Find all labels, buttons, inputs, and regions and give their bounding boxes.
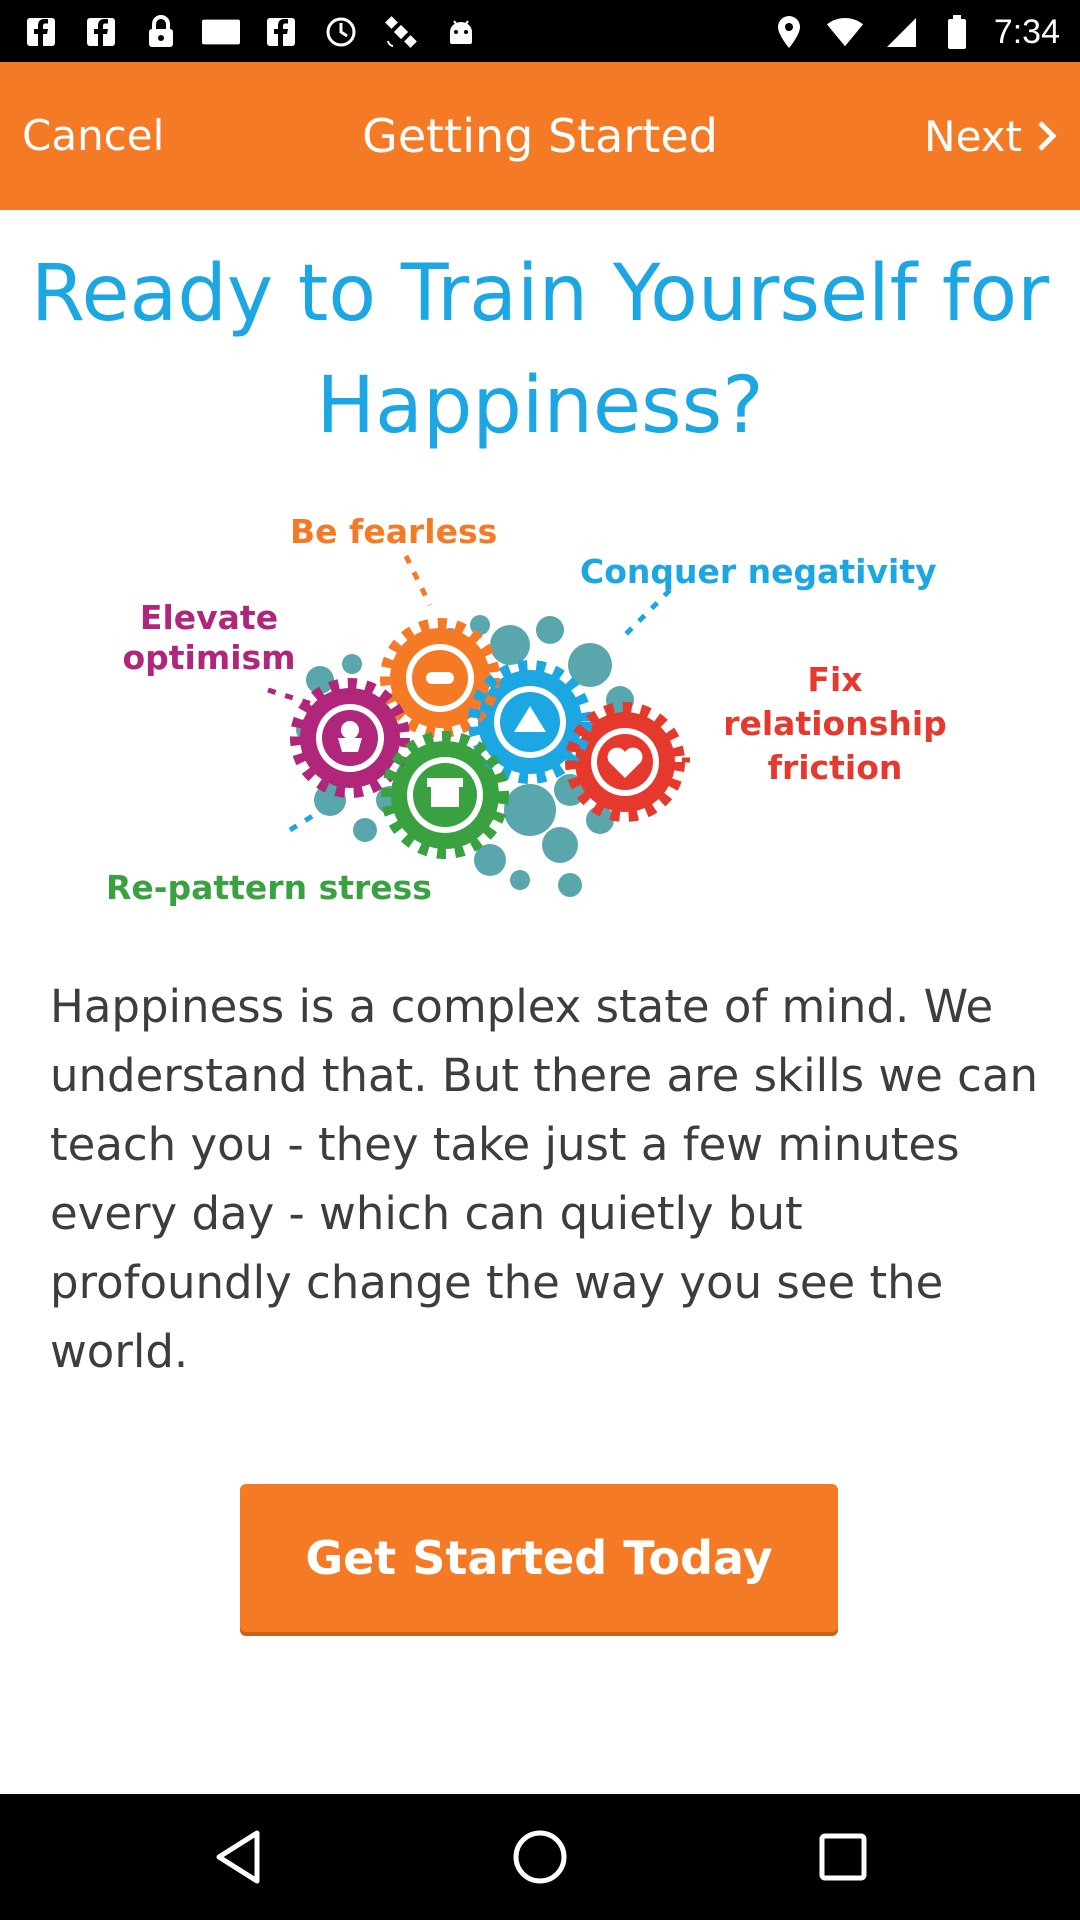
label-be-fearless: Be fearless — [290, 512, 498, 551]
label-repattern-stress: Re-pattern stress — [106, 868, 432, 907]
system-nav-bar — [0, 1794, 1080, 1920]
next-label: Next — [924, 111, 1022, 161]
location-icon — [770, 13, 808, 51]
lock-icon — [142, 13, 180, 51]
clock: 7:34 — [993, 12, 1060, 51]
label-elevate-line2: optimism — [122, 638, 296, 677]
label-elevate-optimism: Elevate optimism — [114, 598, 304, 678]
label-elevate-line1: Elevate — [139, 598, 279, 637]
home-icon[interactable] — [505, 1822, 575, 1892]
signal-icon — [882, 13, 920, 51]
facebook-icon — [262, 13, 300, 51]
blank-notification-icon — [202, 13, 240, 51]
wifi-icon — [826, 13, 864, 51]
facebook-icon — [82, 13, 120, 51]
sync-icon — [322, 13, 360, 51]
battery-icon — [938, 13, 976, 51]
label-conquer-negativity: Conquer negativity — [580, 552, 937, 591]
label-fix-line1: Fix — [807, 660, 863, 699]
satellite-icon — [382, 13, 420, 51]
next-button[interactable]: Next — [924, 62, 1058, 210]
chevron-right-icon — [1038, 121, 1057, 151]
notification-icons — [22, 12, 480, 52]
get-started-button[interactable]: Get Started Today — [240, 1484, 838, 1632]
recents-icon[interactable] — [808, 1822, 878, 1892]
label-fix-line2: relationship — [723, 704, 947, 743]
headline: Ready to Train Yourself for Happiness? — [30, 249, 1050, 451]
label-fix-relationship-friction: Fix relationship friction — [710, 658, 960, 790]
back-icon[interactable] — [203, 1822, 273, 1892]
app-bar: Getting Started Cancel Next — [0, 62, 1080, 210]
android-icon — [442, 13, 480, 51]
status-bar: 7:34 — [0, 0, 1080, 62]
system-icons: 7:34 — [770, 12, 1060, 52]
cancel-button[interactable]: Cancel — [22, 62, 164, 210]
skills-illustration: Be fearless Conquer negativity Elevate o… — [90, 500, 990, 940]
intro-paragraph: Happiness is a complex state of mind. We… — [50, 980, 1039, 1378]
label-fix-line3: friction — [767, 748, 903, 787]
facebook-icon — [22, 13, 60, 51]
